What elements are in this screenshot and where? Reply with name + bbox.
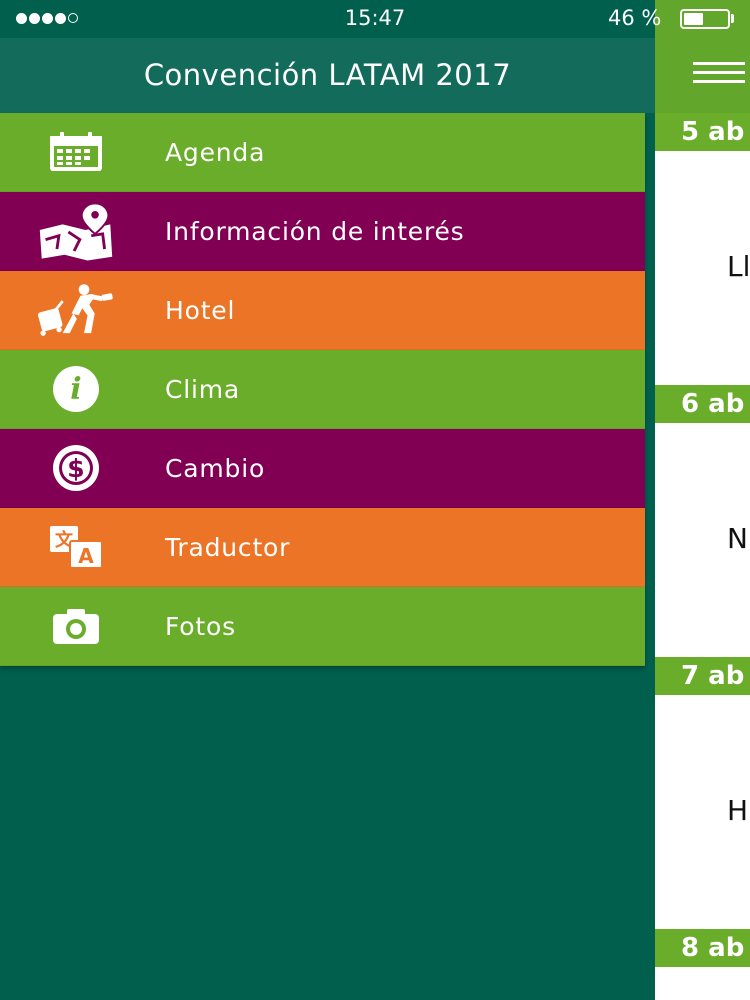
menu-item-cambio[interactable]: $ Cambio: [0, 429, 645, 508]
menu-item-informacion[interactable]: Información de interés: [0, 192, 645, 271]
agenda-event-title[interactable]: N: [727, 522, 748, 555]
dollar-icon: $: [36, 443, 116, 493]
menu-item-label: Hotel: [165, 296, 236, 325]
translate-icon: 文 A: [36, 522, 116, 572]
map-pin-icon: [36, 202, 116, 261]
battery-percentage: 46 %: [608, 6, 662, 30]
battery-icon: [680, 9, 730, 29]
menu-item-label: Fotos: [165, 612, 236, 641]
hamburger-menu-icon[interactable]: [693, 62, 745, 84]
menu-item-label: Agenda: [165, 138, 266, 167]
agenda-event-title[interactable]: Ll: [727, 250, 750, 283]
traveler-luggage-icon: [36, 284, 116, 336]
main-screen: 5 ab Ll 6 ab N 7 ab H 8 ab: [655, 0, 750, 1000]
drawer-menu: Agenda Información de interés Hotel i Cl…: [0, 113, 645, 666]
menu-item-label: Cambio: [165, 454, 266, 483]
agenda-date-header: 6 ab: [655, 385, 750, 423]
info-icon: i: [36, 364, 116, 414]
svg-text:A: A: [78, 544, 94, 568]
menu-item-clima[interactable]: i Clima: [0, 350, 645, 429]
menu-item-label: Traductor: [165, 533, 291, 562]
app-title: Convención LATAM 2017: [143, 58, 512, 92]
calendar-icon: [36, 127, 116, 177]
menu-item-traductor[interactable]: 文 A Traductor: [0, 508, 645, 587]
menu-item-label: Información de interés: [165, 217, 465, 246]
status-bar: 15:47 46 %: [0, 0, 750, 38]
camera-icon: [36, 601, 116, 651]
agenda-date-header: 8 ab: [655, 929, 750, 967]
menu-item-hotel[interactable]: Hotel: [0, 271, 645, 350]
menu-item-fotos[interactable]: Fotos: [0, 587, 645, 666]
agenda-date-header: 7 ab: [655, 657, 750, 695]
agenda-date-header: 5 ab: [655, 113, 750, 151]
drawer-header: Convención LATAM 2017: [0, 38, 655, 113]
menu-item-label: Clima: [165, 375, 241, 404]
agenda-event-title[interactable]: H: [727, 794, 748, 827]
svg-text:$: $: [67, 454, 84, 483]
navigation-drawer: Convención LATAM 2017 Agenda Información…: [0, 0, 655, 1000]
menu-item-agenda[interactable]: Agenda: [0, 113, 645, 192]
